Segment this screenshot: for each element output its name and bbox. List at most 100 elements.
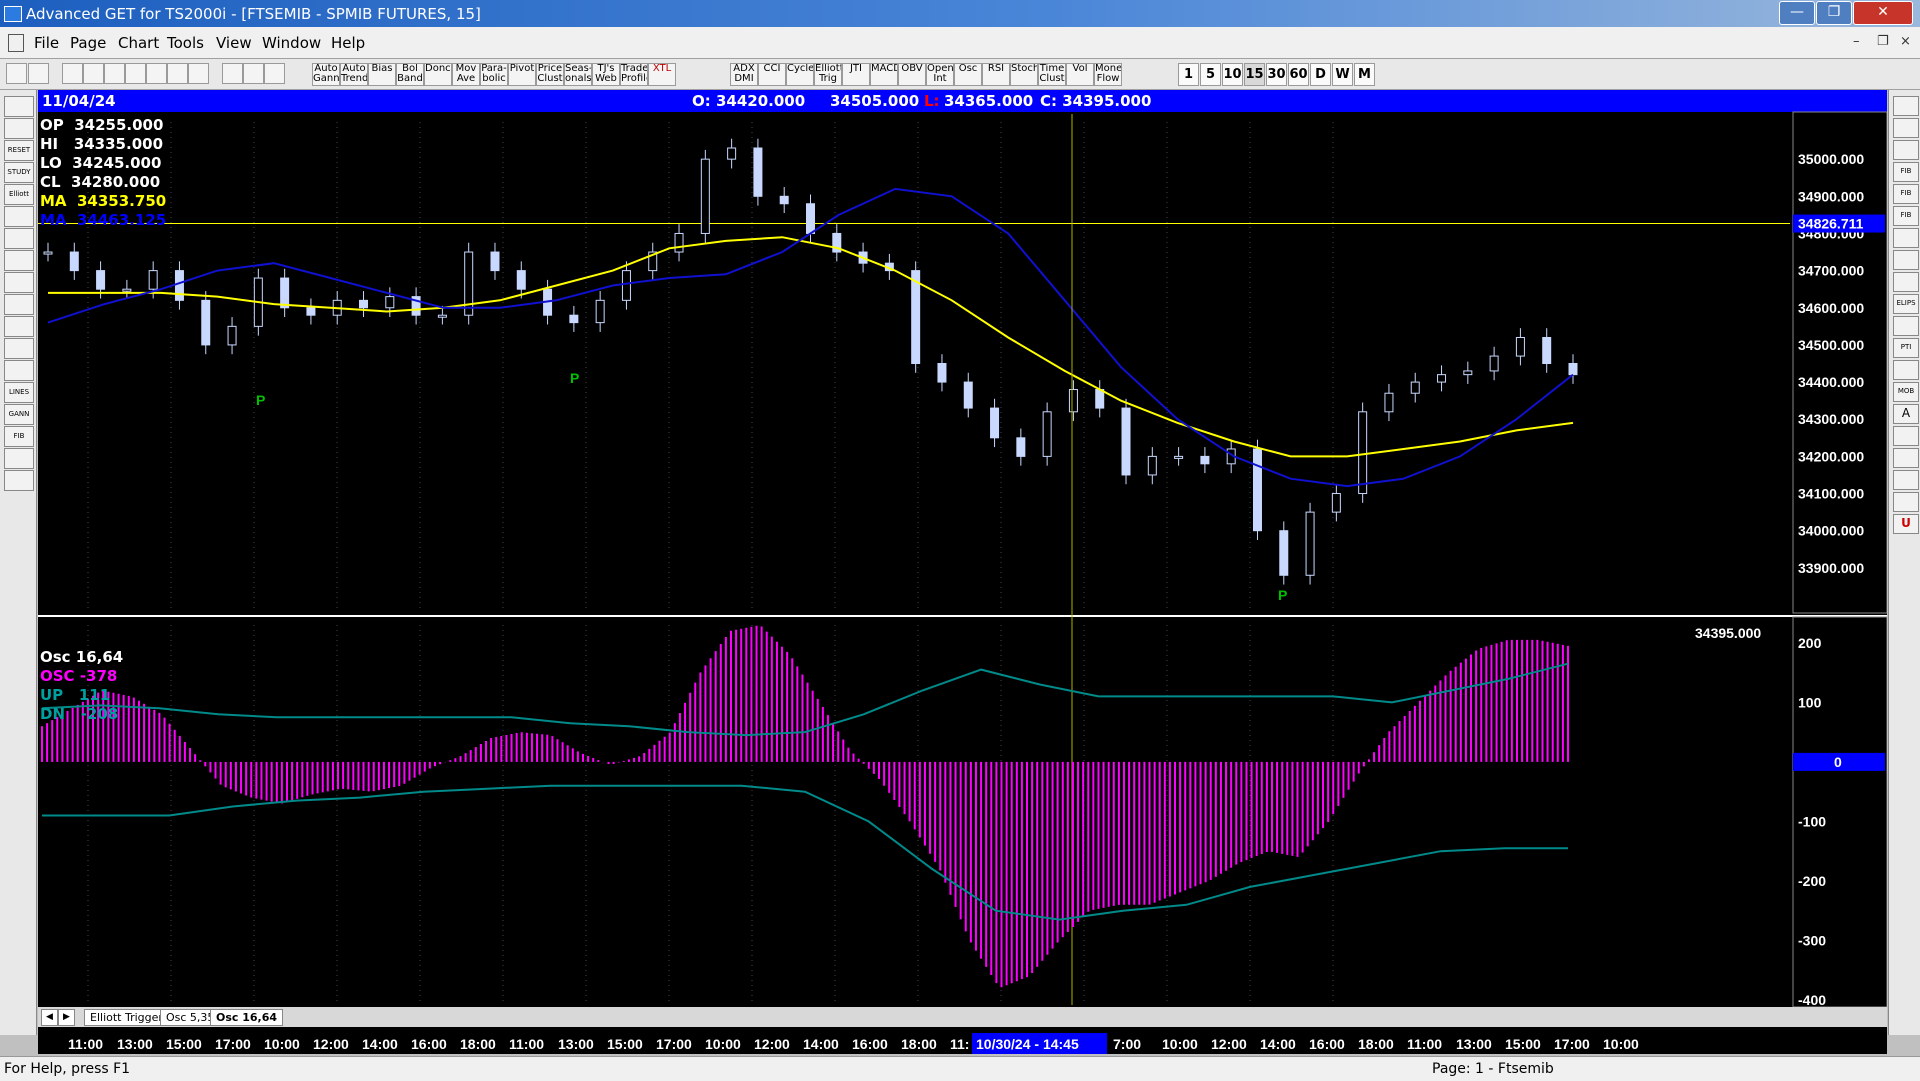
right-tool-4[interactable]: FIB EXT [1893,184,1919,214]
tool-trade-profile[interactable]: Trade Profile [620,63,648,86]
close-button[interactable]: ✕ [1853,1,1913,25]
mdi-close-button[interactable]: × [1900,34,1911,49]
tool-jti[interactable]: JTI [842,63,870,86]
timeframe-60[interactable]: 60 [1288,63,1309,86]
tool-mov-ave[interactable]: Mov Ave [452,63,480,86]
mdi-minimize-button[interactable]: – [1853,34,1860,49]
left-tool-6[interactable] [4,228,34,249]
right-tool-13[interactable]: MOB [1893,382,1919,402]
menu-page[interactable]: Page [70,34,106,52]
left-tool-15[interactable]: FIB [4,426,34,447]
tool-macd[interactable]: MACD [870,63,898,86]
timeframe-w[interactable]: W [1332,63,1353,86]
tool-obv[interactable]: OBV [898,63,926,86]
left-tool-3[interactable]: STUDY [4,162,34,183]
timeframe-10[interactable]: 10 [1222,63,1243,86]
timeframe-m[interactable]: M [1354,63,1375,86]
tool-rsi[interactable]: RSI [982,63,1010,86]
print-icon[interactable] [222,63,243,84]
grid-icon[interactable] [188,63,209,84]
tool-osc[interactable]: Osc [954,63,982,86]
back-icon[interactable] [104,63,125,84]
right-tool-6[interactable] [1893,228,1919,248]
tool-cycles[interactable]: Cycles [786,63,814,86]
tool-adx-dmi[interactable]: ADX DMI [730,63,758,86]
left-tool-14[interactable]: GANN [4,404,34,425]
left-tool-7[interactable] [4,250,34,271]
right-tool-1[interactable] [1893,118,1919,138]
right-tool-12[interactable] [1893,360,1919,380]
left-tool-0[interactable] [4,96,34,117]
pointer-icon[interactable] [6,63,27,84]
tile-icon[interactable] [146,63,167,84]
copy-page-icon[interactable] [83,63,104,84]
timeframe-1[interactable]: 1 [1178,63,1199,86]
tab-elliott-trigger[interactable]: Elliott Trigger [84,1009,169,1026]
tool-time-clust[interactable]: Time Clust [1038,63,1066,86]
right-tool-17[interactable] [1893,470,1919,490]
left-tool-11[interactable] [4,338,34,359]
tab-prev-button[interactable]: ◀ [41,1009,58,1026]
right-tool-9[interactable]: ELIPS [1893,294,1919,314]
tool-vol[interactable]: Vol [1066,63,1094,86]
left-tool-5[interactable] [4,206,34,227]
left-tool-8[interactable] [4,272,34,293]
tab-next-button[interactable]: ▶ [58,1009,75,1026]
context-help-icon[interactable] [264,63,285,84]
menu-view[interactable]: View [216,34,252,52]
quote-icon[interactable] [28,63,49,84]
timeframe-15[interactable]: 15 [1244,63,1265,86]
tool-tjs-web[interactable]: TJ's Web [592,63,620,86]
right-tool-16[interactable] [1893,448,1919,468]
tool-cci[interactable]: CCI [758,63,786,86]
minimize-button[interactable]: — [1779,1,1815,25]
tool-open-int[interactable]: Open Int [926,63,954,86]
help-bulb-icon[interactable] [243,63,264,84]
chart-canvas[interactable]: 35000.00034900.00034800.00034700.0003460… [38,90,1887,1033]
tool-elliott-trig[interactable]: Elliott Trig [814,63,842,86]
left-tool-9[interactable] [4,294,34,315]
left-tool-17[interactable] [4,470,34,491]
tool-seasonals[interactable]: Seas-onals [564,63,592,86]
left-tool-4[interactable]: Elliott [4,184,34,205]
tab-osc-16-64[interactable]: Osc 16,64 [210,1009,284,1026]
cross-icon[interactable] [167,63,188,84]
tool-auto-gann[interactable]: Auto Gann [312,63,340,86]
tool-pivot[interactable]: Pivot [508,63,536,86]
right-tool-10[interactable] [1893,316,1919,336]
timeframe-d[interactable]: D [1310,63,1331,86]
left-tool-2[interactable]: RESET [4,140,34,161]
right-tool-2[interactable] [1893,140,1919,160]
menu-window[interactable]: Window [262,34,321,52]
mdi-restore-button[interactable]: ❐ [1877,34,1889,49]
right-tool-11[interactable]: PTI [1893,338,1919,358]
right-tool-14[interactable]: A [1893,404,1919,424]
right-tool-19[interactable]: U [1893,514,1919,534]
menu-chart[interactable]: Chart [118,34,159,52]
tool-xtl[interactable]: XTL [648,63,676,86]
menu-help[interactable]: Help [331,34,365,52]
left-tool-13[interactable]: LINES [4,382,34,403]
right-tool-3[interactable]: FIB RET [1893,162,1919,192]
left-tool-1[interactable] [4,118,34,139]
chart-window[interactable]: 11/04/24 O: 34420.000 34505.000 L: 34365… [38,90,1887,1054]
menu-tools[interactable]: Tools [167,34,204,52]
tool-money-flow[interactable]: Money Flow [1094,63,1122,86]
menu-file[interactable]: File [34,34,59,52]
right-tool-15[interactable] [1893,426,1919,446]
tool-auto-trend[interactable]: Auto Trend [340,63,368,86]
left-tool-12[interactable] [4,360,34,381]
forward-icon[interactable] [125,63,146,84]
new-page-icon[interactable] [62,63,83,84]
right-tool-18[interactable] [1893,492,1919,512]
right-tool-5[interactable]: FIB TIME [1893,206,1919,236]
tool-donch[interactable]: Donch [424,63,452,86]
tool-stoch[interactable]: Stoch [1010,63,1038,86]
left-tool-10[interactable] [4,316,34,337]
document-icon[interactable] [8,34,24,52]
tool-bias[interactable]: Bias [368,63,396,86]
right-tool-0[interactable] [1893,96,1919,116]
maximize-button[interactable]: ❐ [1816,1,1852,25]
tool-parabolic[interactable]: Para-bolic [480,63,508,86]
right-tool-8[interactable] [1893,272,1919,292]
